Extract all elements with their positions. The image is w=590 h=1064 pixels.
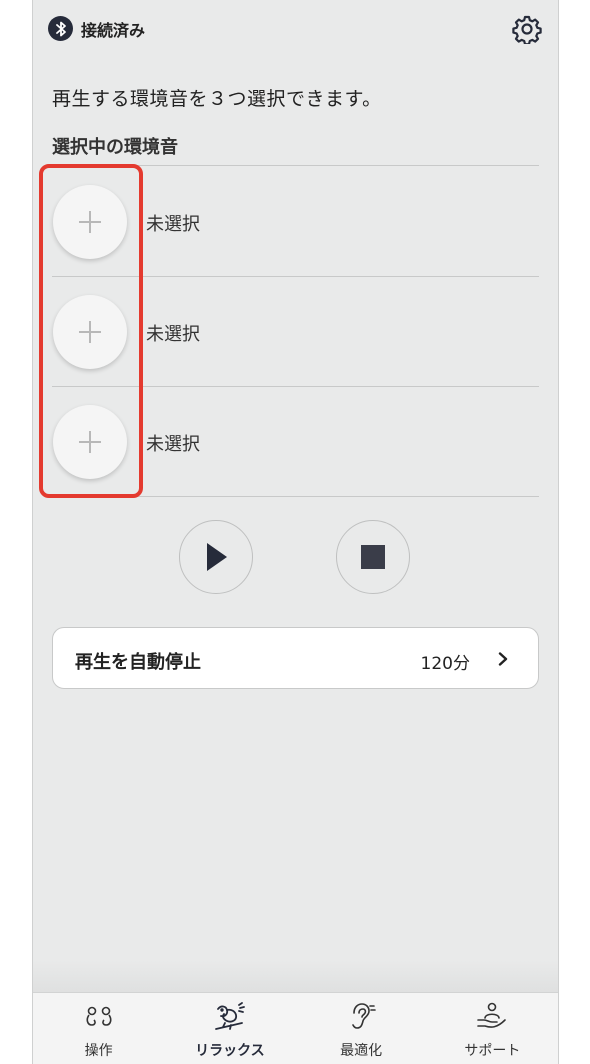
sound-slot-2: 未選択	[33, 277, 558, 387]
header-bar: 接続済み	[33, 0, 558, 58]
auto-stop-value: 120分	[420, 654, 470, 674]
support-icon	[477, 1002, 507, 1028]
plus-icon	[79, 431, 101, 453]
slot-label: 未選択	[146, 214, 200, 235]
ear-icon	[352, 1003, 376, 1029]
plus-icon	[79, 321, 101, 343]
slot-label: 未選択	[146, 324, 200, 345]
app-screen: 接続済み 再生する環境音を３つ選択できます。 選択中の環境音 未選択 未選択 未…	[32, 0, 559, 1064]
sound-slot-3: 未選択	[33, 387, 558, 497]
tab-label: リラックス	[195, 1043, 265, 1059]
add-sound-button[interactable]	[53, 295, 127, 369]
slot-label: 未選択	[146, 434, 200, 455]
bird-icon	[214, 1002, 245, 1030]
bottom-shade	[33, 960, 558, 992]
gear-icon[interactable]	[512, 14, 542, 44]
connection-status: 接続済み	[81, 21, 146, 40]
tab-control[interactable]: 操作	[33, 993, 164, 1064]
tab-bar: 操作 リラックス 最適化 サポート	[33, 992, 558, 1064]
add-sound-button[interactable]	[53, 405, 127, 479]
sound-slot-1: 未選択	[33, 167, 558, 277]
tab-label: 操作	[84, 1043, 113, 1059]
plus-icon	[79, 211, 101, 233]
tab-relax[interactable]: リラックス	[164, 993, 295, 1064]
play-icon	[207, 543, 227, 571]
add-sound-button[interactable]	[53, 185, 127, 259]
tab-support[interactable]: サポート	[427, 993, 558, 1064]
divider	[52, 496, 539, 497]
tab-label: 最適化	[340, 1043, 383, 1059]
stop-button[interactable]	[336, 520, 410, 594]
intro-text: 再生する環境音を３つ選択できます。	[52, 88, 382, 110]
chevron-right-icon	[498, 652, 508, 666]
tab-optimize[interactable]: 最適化	[296, 993, 427, 1064]
auto-stop-row[interactable]: 再生を自動停止 120分	[52, 627, 539, 689]
play-button[interactable]	[179, 520, 253, 594]
earbuds-icon	[86, 1006, 112, 1026]
bluetooth-icon	[48, 16, 73, 41]
divider	[52, 165, 539, 166]
stop-icon	[361, 545, 385, 569]
auto-stop-label: 再生を自動停止	[75, 652, 201, 673]
tab-label: サポート	[464, 1043, 521, 1059]
section-title: 選択中の環境音	[52, 137, 178, 158]
